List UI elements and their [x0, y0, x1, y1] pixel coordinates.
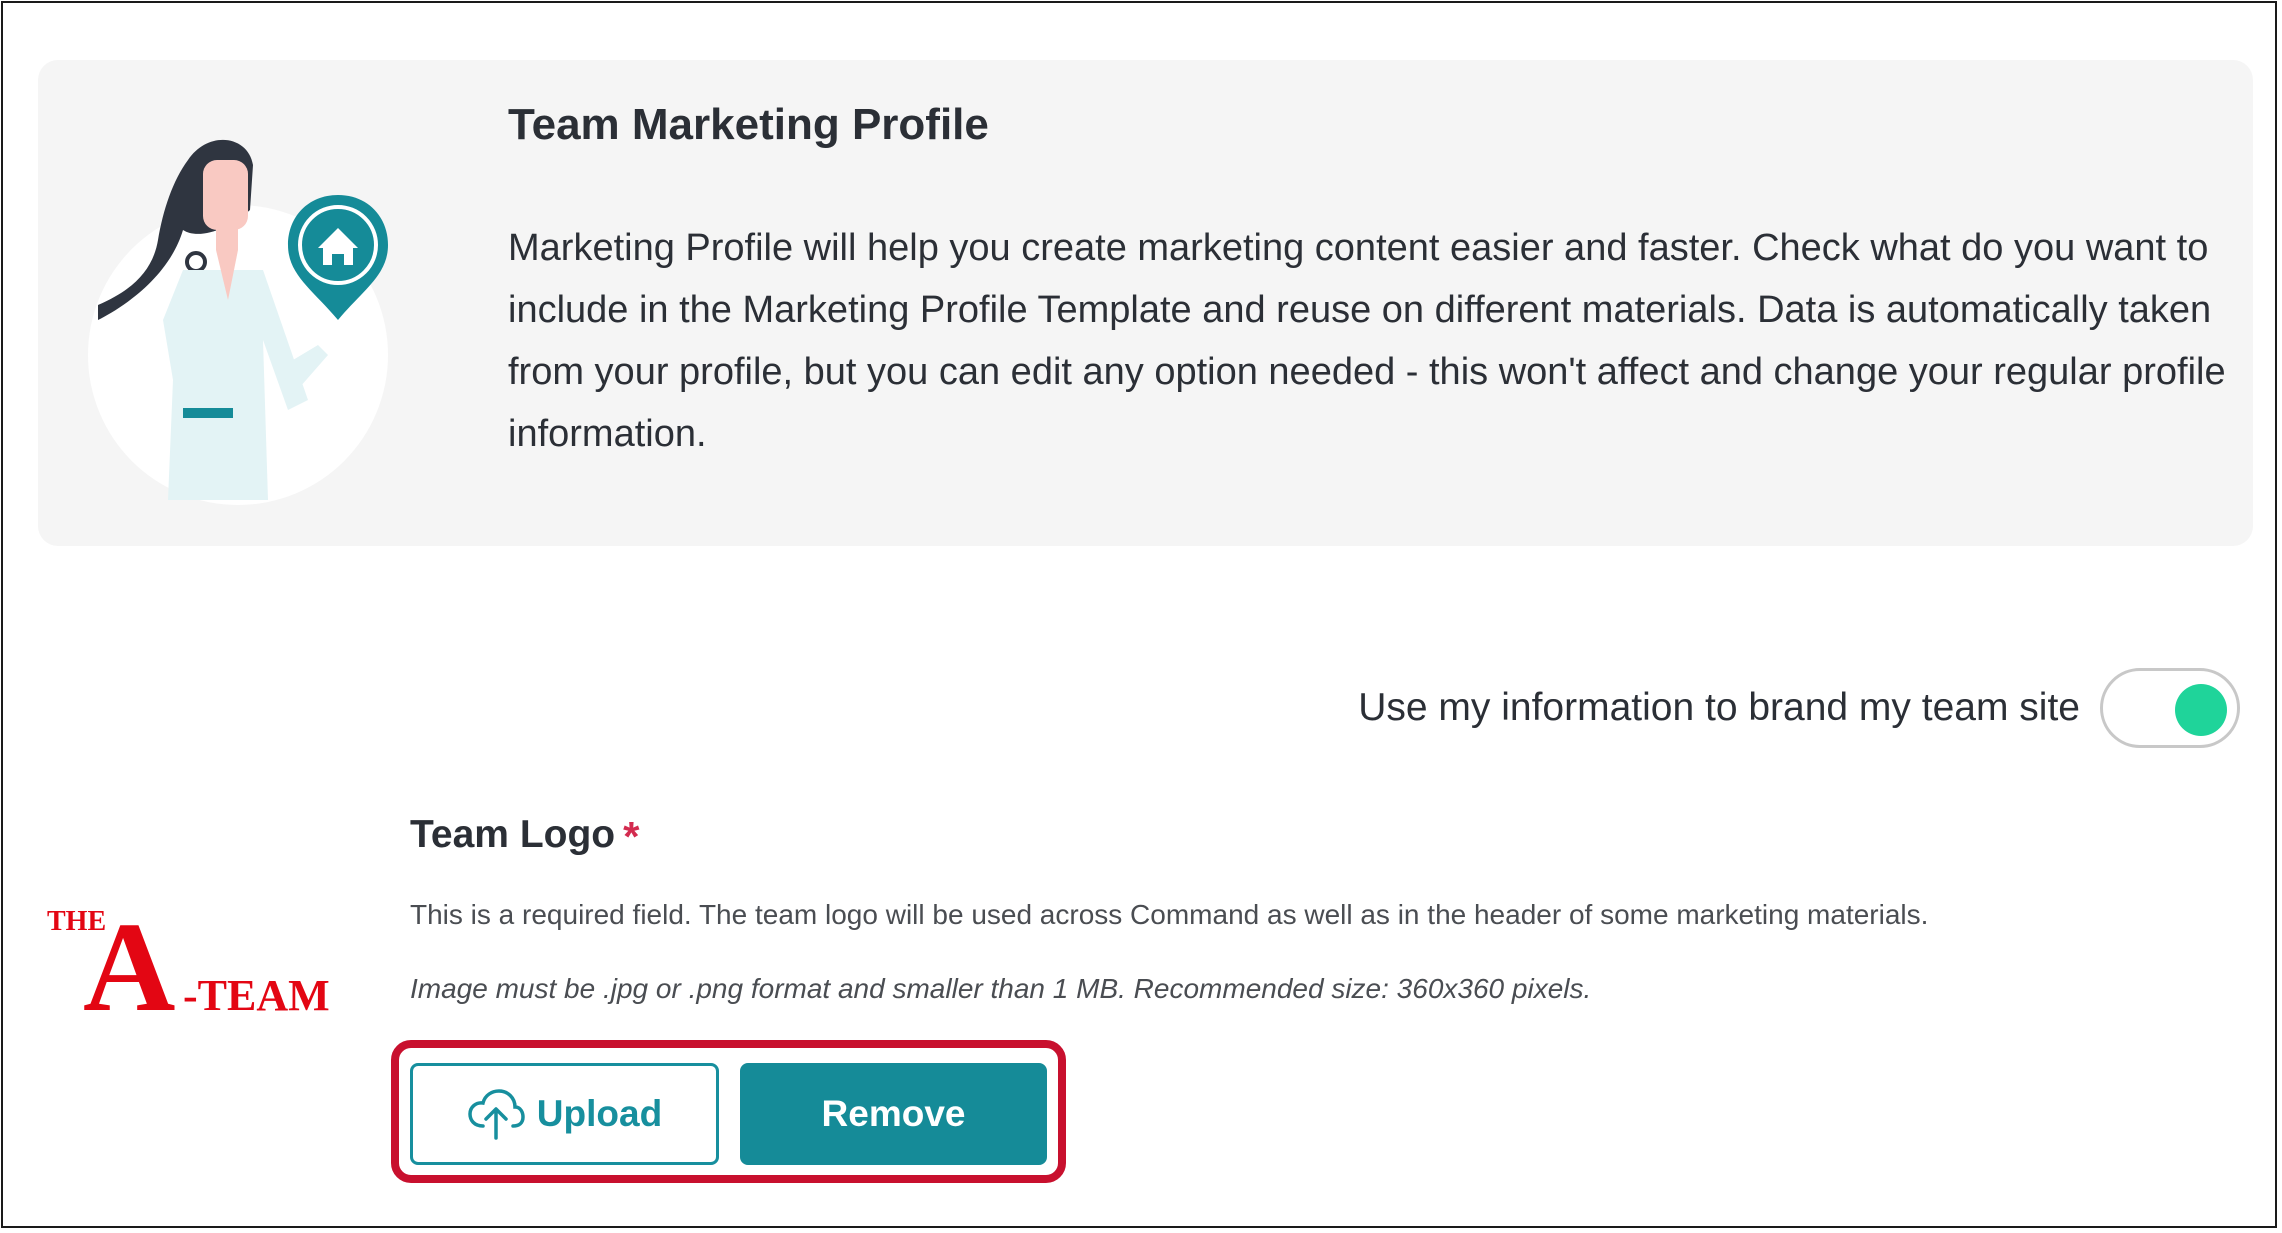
logo-a-text: A — [83, 898, 175, 1028]
intro-description: Marketing Profile will help you create m… — [508, 227, 2226, 455]
upload-button[interactable]: Upload — [410, 1063, 719, 1165]
required-asterisk: * — [623, 813, 640, 860]
toggle-knob — [2175, 684, 2227, 736]
marketing-illustration — [88, 139, 388, 505]
remove-label: Remove — [821, 1093, 966, 1134]
team-logo-title-text: Team Logo — [410, 813, 616, 856]
intro-card: Team Marketing Profile Marketing Profile… — [38, 60, 2253, 546]
brand-toggle-label: Use my information to brand my team site — [1358, 686, 2080, 729]
brand-toggle-row: Use my information to brand my team site — [1358, 668, 2240, 748]
team-logo-description: This is a required field. The team logo … — [410, 899, 1929, 930]
brand-team-site-toggle[interactable] — [2100, 668, 2240, 748]
team-logo-image: THE A -TEAM — [47, 898, 330, 1028]
upload-label: Upload — [536, 1093, 663, 1134]
team-logo-format-note: Image must be .jpg or .png format and sm… — [410, 973, 1592, 1004]
team-logo-title: Team Logo * — [410, 813, 639, 861]
remove-button[interactable]: Remove — [740, 1063, 1047, 1165]
cloud-upload-icon — [468, 1089, 525, 1140]
page-title: Team Marketing Profile — [508, 100, 989, 149]
page-frame: Team Marketing Profile Marketing Profile… — [1, 1, 2277, 1228]
logo-team-text: -TEAM — [183, 971, 330, 1020]
